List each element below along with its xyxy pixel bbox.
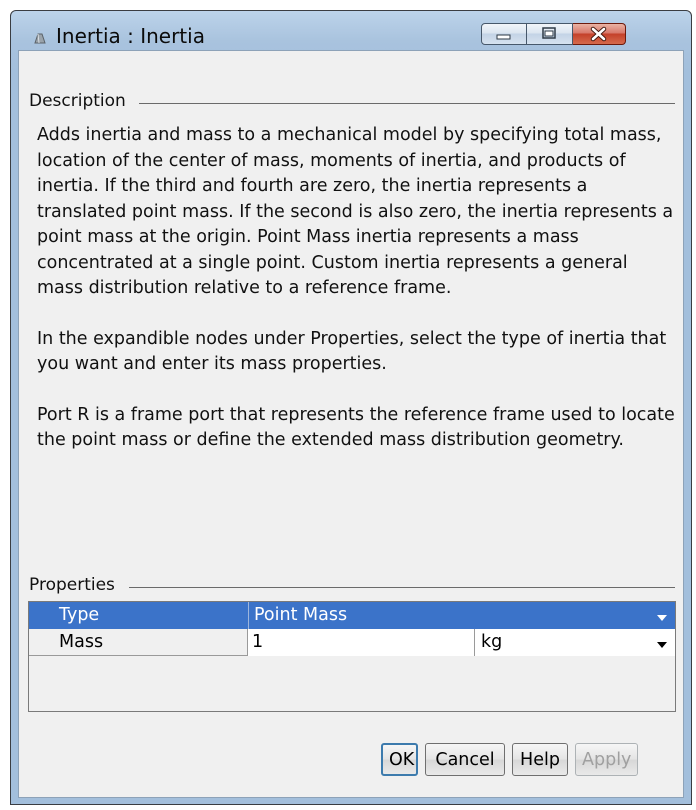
dialog-window: Inertia : Inertia Description Adds inert… — [10, 10, 692, 805]
close-icon — [590, 26, 607, 42]
minimize-button[interactable] — [481, 23, 527, 45]
description-group-line — [139, 103, 675, 104]
maximize-icon — [542, 27, 556, 39]
mass-unit-select[interactable]: kg — [475, 629, 675, 656]
cancel-button[interactable]: Cancel — [425, 743, 505, 776]
help-button[interactable]: Help — [512, 743, 568, 776]
dialog-body: Description Adds inertia and mass to a m… — [18, 50, 684, 798]
description-group-label: Description — [29, 91, 132, 111]
description-paragraph: In the expandible nodes under Properties… — [37, 328, 667, 375]
type-value[interactable]: Point Mass — [254, 602, 347, 629]
mass-value-input[interactable]: 1 — [248, 629, 475, 656]
properties-grid: Type Point Mass Mass 1 kg — [28, 601, 676, 712]
ok-button[interactable]: OK — [381, 743, 418, 776]
inertia-block-icon — [34, 33, 46, 44]
description-paragraph: Adds inertia and mass to a mechanical mo… — [37, 125, 674, 298]
button-bar: OK Cancel Help Apply — [19, 743, 683, 776]
properties-group-label: Properties — [29, 575, 121, 595]
minimize-icon — [496, 34, 511, 40]
properties-group-line — [129, 587, 675, 588]
column-divider — [248, 602, 249, 629]
unit-dropdown-arrow-icon[interactable] — [657, 642, 667, 648]
mass-row: Mass 1 kg — [29, 629, 675, 656]
close-button[interactable] — [573, 23, 626, 45]
apply-button[interactable]: Apply — [575, 743, 638, 776]
type-dropdown-arrow-icon[interactable] — [657, 615, 667, 621]
caption-buttons — [481, 23, 626, 45]
type-name: Type — [59, 605, 100, 625]
description-paragraph: Port R is a frame port that represents t… — [37, 404, 675, 451]
window-title: Inertia : Inertia — [56, 24, 205, 48]
type-row[interactable]: Type Point Mass — [29, 602, 675, 629]
maximize-button[interactable] — [527, 23, 573, 45]
description-text: Adds inertia and mass to a mechanical mo… — [37, 123, 677, 454]
mass-name: Mass — [29, 629, 248, 656]
